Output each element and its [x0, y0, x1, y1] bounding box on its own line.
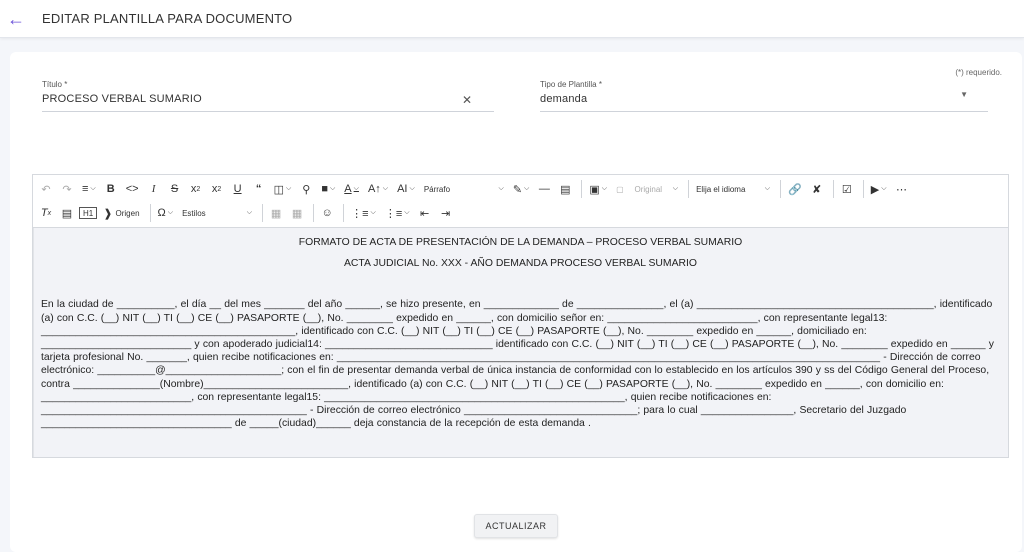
toolbar-divider: [688, 180, 690, 198]
table-insert-icon[interactable]: ▦: [267, 202, 285, 224]
editor-toolbar: ↶ ↷ ≡ ⌵ B <> I S x2 x2 U “ ◫ ⌵ ⚲ ■ ⌵ A ⌵ A↑ ⌵…: [33, 175, 1008, 228]
tipo-plantilla-field[interactable]: Tipo de Plantilla * demanda ▼: [540, 80, 988, 112]
titulo-field[interactable]: Título * PROCESO VERBAL SUMARIO ✕: [42, 80, 494, 112]
remove-format-icon[interactable]: Tx: [37, 202, 55, 224]
numbered-list-icon[interactable]: ⋮≡ ⌵: [382, 202, 413, 224]
indent-icon[interactable]: ⇥: [437, 202, 455, 224]
table-props-icon[interactable]: ▦: [288, 202, 306, 224]
strikethrough-icon[interactable]: S: [166, 178, 184, 200]
media-embed-icon[interactable]: ▶ ⌵: [868, 178, 890, 200]
font-color-icon[interactable]: A ⌵: [341, 178, 362, 200]
source-label: Origen: [115, 208, 140, 218]
align-icon[interactable]: ≡ ⌵: [79, 178, 99, 200]
underline-icon[interactable]: U: [229, 178, 247, 200]
source-button[interactable]: ❱ Origen: [100, 202, 142, 224]
source-icon: ❱: [103, 207, 113, 220]
bold-icon[interactable]: B: [102, 178, 120, 200]
document-body: En la ciudad de __________, el día __ de…: [41, 299, 994, 430]
arrow-left-icon[interactable]: ←: [6, 9, 26, 29]
highlight-color-icon[interactable]: ■ ⌵: [318, 178, 338, 200]
toolbar-divider: [343, 204, 345, 222]
toolbar-divider: [780, 180, 782, 198]
select-all-icon[interactable]: ▤: [58, 202, 76, 224]
form-card: (*) requerido. Título * PROCESO VERBAL S…: [10, 52, 1022, 552]
image-size-select[interactable]: ▢ Original ⌵: [613, 178, 681, 200]
page-title: EDITAR PLANTILLA PARA DOCUMENTO: [42, 11, 293, 26]
insert-template-icon[interactable]: ◫ ⌵: [271, 178, 295, 200]
accessibility-icon[interactable]: ☺: [318, 202, 336, 224]
dropdown-caret-icon[interactable]: ▼: [960, 90, 968, 99]
toolbar-row-2: Tx ▤ H1 ❱ Origen Ω ⌵ Estilos ⌵ ▦ ▦ ☺ ⋮≡ ⌵ ⋮…: [37, 201, 1004, 225]
find-replace-icon[interactable]: ⚲: [297, 178, 315, 200]
superscript-icon[interactable]: x2: [208, 178, 226, 200]
toolbar-divider: [262, 204, 264, 222]
update-button[interactable]: ACTUALIZAR: [474, 514, 558, 538]
required-note: (*) requerido.: [955, 68, 1002, 77]
blockquote-icon[interactable]: “: [250, 178, 268, 200]
paragraph-select[interactable]: Párrafo ⌵: [421, 178, 507, 200]
language-select-label: Elija el idioma: [696, 184, 746, 194]
font-size-icon[interactable]: A↑ ⌵: [365, 178, 391, 200]
toolbar-divider: [832, 180, 834, 198]
toolbar-row-1: ↶ ↷ ≡ ⌵ B <> I S x2 x2 U “ ◫ ⌵ ⚲ ■ ⌵ A ⌵ A↑ ⌵…: [37, 177, 1004, 201]
heading-icon[interactable]: H1: [79, 207, 98, 219]
page-break-marker-icon[interactable]: ⋯: [893, 178, 911, 200]
rich-text-editor: ↶ ↷ ≡ ⌵ B <> I S x2 x2 U “ ◫ ⌵ ⚲ ■ ⌵ A ⌵ A↑ ⌵…: [32, 174, 1009, 458]
titulo-input[interactable]: PROCESO VERBAL SUMARIO: [42, 93, 494, 105]
top-bar: ← EDITAR PLANTILLA PARA DOCUMENTO: [0, 0, 1024, 38]
page-break-icon[interactable]: ▤: [556, 178, 574, 200]
styles-select[interactable]: Estilos ⌵: [179, 202, 255, 224]
document-heading-1: FORMATO DE ACTA DE PRESENTACIÓN DE LA DE…: [298, 237, 743, 248]
italic-icon[interactable]: I: [145, 178, 163, 200]
document-heading-2: ACTA JUDICIAL No. XXX - AÑO DEMANDA PROC…: [344, 258, 697, 270]
toolbar-divider: [581, 180, 583, 198]
unlink-icon[interactable]: ✘: [808, 178, 826, 200]
language-select[interactable]: Elija el idioma ⌵: [693, 178, 773, 200]
todo-list-icon[interactable]: ☑: [838, 178, 856, 200]
font-family-icon[interactable]: AI ⌵: [394, 178, 418, 200]
tipo-plantilla-select[interactable]: demanda: [540, 93, 988, 105]
link-icon[interactable]: 🔗: [785, 178, 805, 200]
editor-content[interactable]: FORMATO DE ACTA DE PRESENTACIÓN DE LA DE…: [33, 228, 1008, 457]
titulo-label: Título *: [42, 80, 68, 89]
subscript-icon[interactable]: x2: [187, 178, 205, 200]
toolbar-divider: [313, 204, 315, 222]
toolbar-divider: [149, 204, 151, 222]
toolbar-divider: [862, 180, 864, 198]
bulleted-list-icon[interactable]: ⋮≡ ⌵: [348, 202, 379, 224]
redo-icon[interactable]: ↷: [58, 178, 76, 200]
tipo-plantilla-underline: [540, 111, 988, 112]
horizontal-line-icon[interactable]: —: [535, 178, 553, 200]
outdent-icon[interactable]: ⇤: [416, 202, 434, 224]
insert-image-icon[interactable]: ▣ ⌵: [586, 178, 610, 200]
image-size-label: Original: [634, 184, 663, 194]
tipo-plantilla-label: Tipo de Plantilla *: [540, 80, 602, 89]
marker-icon[interactable]: ✎ ⌵: [510, 178, 533, 200]
clear-icon[interactable]: ✕: [462, 93, 472, 107]
special-characters-icon[interactable]: Ω ⌵: [155, 202, 177, 224]
code-icon[interactable]: <>: [123, 178, 142, 200]
styles-select-label: Estilos: [182, 208, 206, 218]
titulo-underline: [42, 111, 494, 112]
undo-icon[interactable]: ↶: [37, 178, 55, 200]
paragraph-select-label: Párrafo: [423, 184, 451, 194]
